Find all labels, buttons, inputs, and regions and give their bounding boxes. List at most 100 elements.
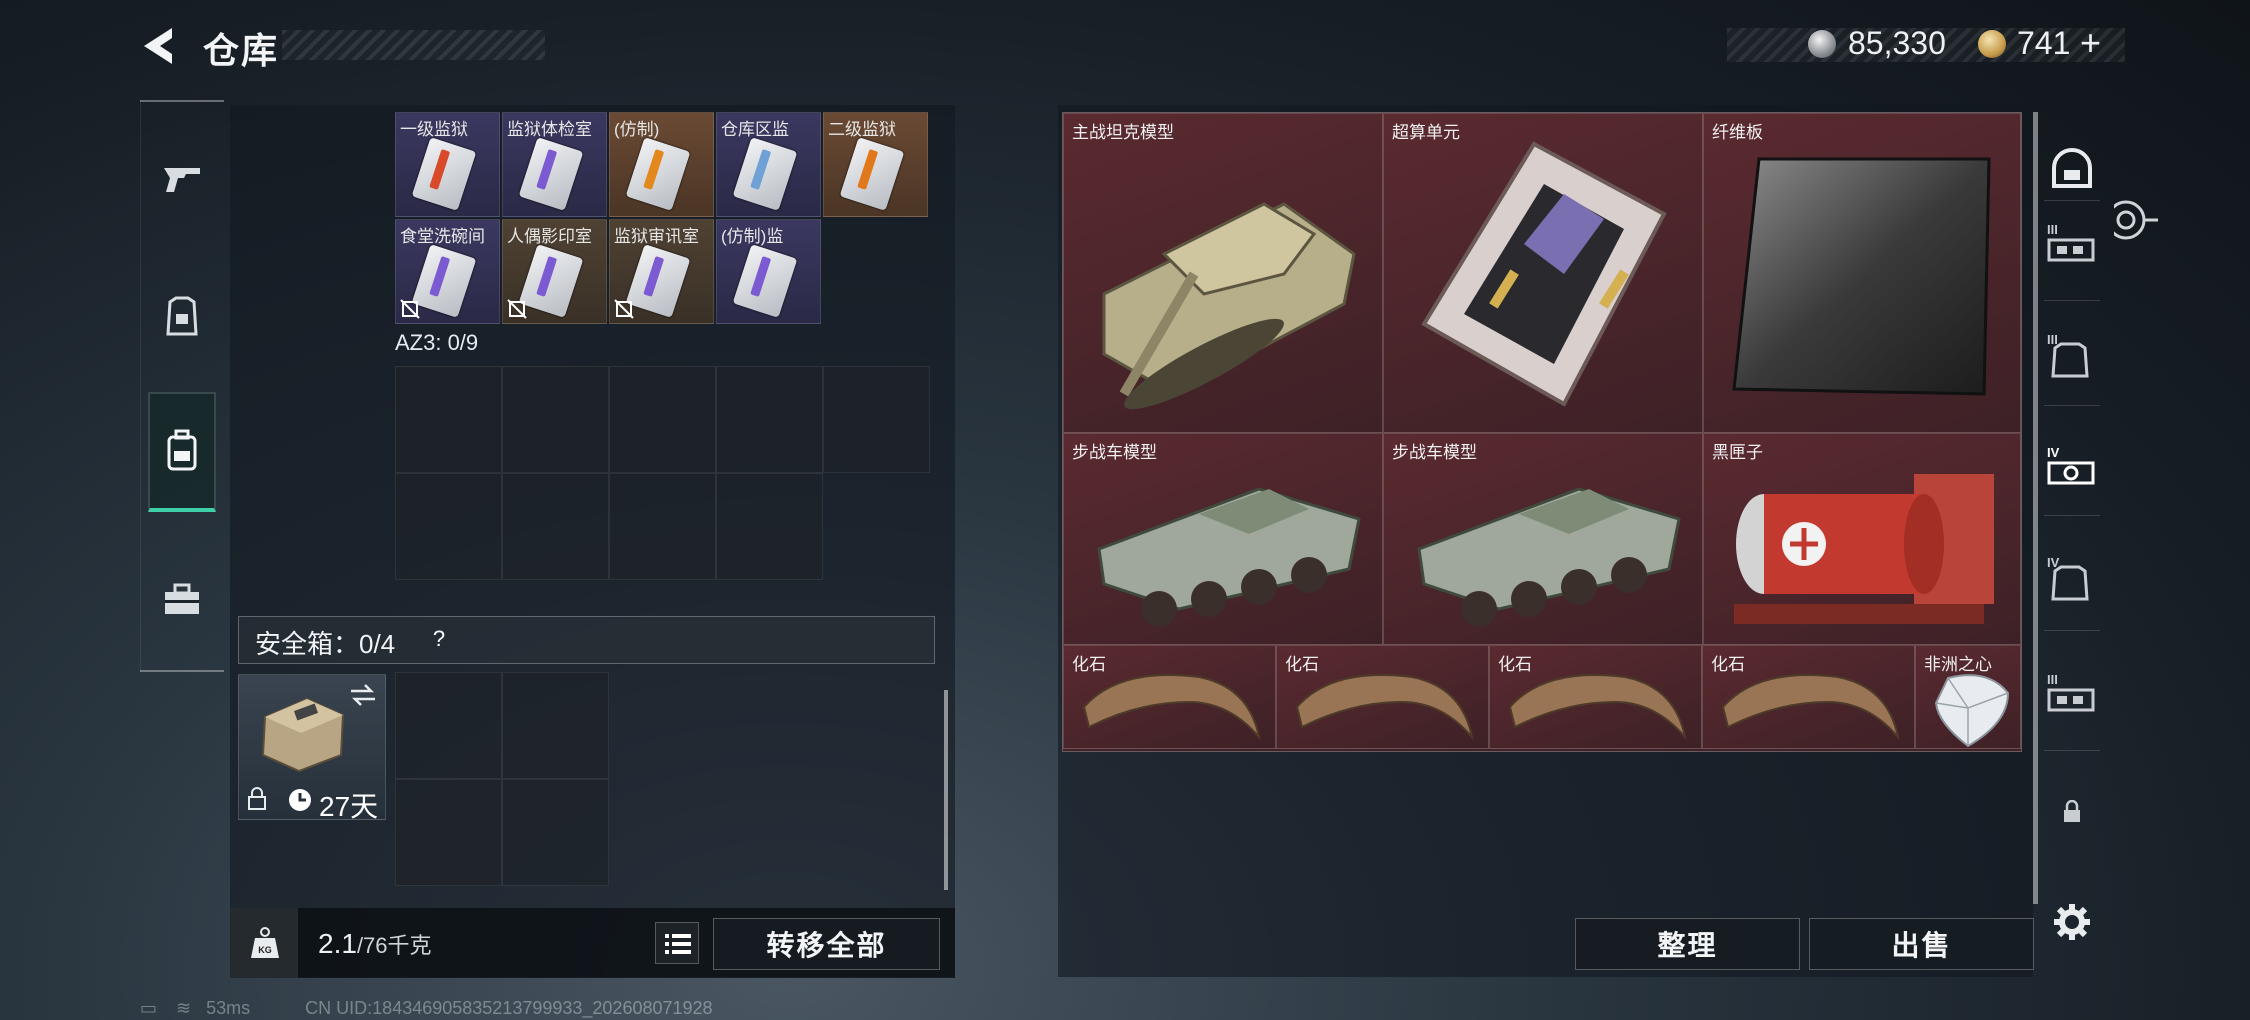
silver-coin-icon: [1808, 30, 1836, 58]
tab-backpack[interactable]: [148, 392, 216, 512]
rail-separator: [2044, 300, 2100, 301]
keycard-label: (仿制): [614, 120, 660, 139]
keycard-icon: [411, 244, 477, 318]
lock-icon: [2064, 800, 2080, 822]
transfer-all-button[interactable]: 转移全部: [713, 918, 940, 970]
keycard-icon: [625, 244, 691, 318]
sell-button[interactable]: 出售: [1809, 918, 2034, 970]
rail-divider: [140, 670, 224, 672]
wifi-icon: ≋: [176, 998, 192, 1018]
silver-currency-amount: 85,330: [1848, 25, 1946, 61]
empty-slot[interactable]: [502, 672, 609, 779]
keycard-label: 监狱体检室: [507, 120, 592, 139]
item-label: 主战坦克模型: [1072, 123, 1174, 142]
clock-icon: [289, 789, 311, 811]
rail-rig-iii[interactable]: III: [2044, 215, 2100, 275]
empty-slot[interactable]: [716, 473, 823, 580]
keycard-slot[interactable]: 监狱审讯室: [609, 219, 714, 324]
keycard-slot[interactable]: 人偶影印室: [502, 219, 607, 324]
weight-icon-box: KG: [230, 908, 298, 978]
keycard-icon: [839, 137, 905, 211]
toolbox-icon: [165, 583, 199, 614]
keycard-slot[interactable]: (仿制): [609, 112, 714, 217]
keycard-label: 人偶影印室: [507, 227, 592, 246]
keycard-icon: [625, 137, 691, 211]
backpack-icon: [167, 429, 197, 471]
tab-medical[interactable]: [148, 540, 216, 660]
empty-slot[interactable]: [502, 473, 609, 580]
rail-armor-iii[interactable]: III: [2044, 325, 2100, 385]
empty-slot[interactable]: [502, 779, 609, 886]
tab-weapons[interactable]: [148, 118, 216, 238]
list-view-button[interactable]: [655, 922, 699, 964]
rail-helmet[interactable]: [2044, 138, 2100, 198]
sort-button[interactable]: 整理: [1575, 918, 1800, 970]
empty-slot[interactable]: [609, 473, 716, 580]
rig-icon: III: [2047, 222, 2095, 262]
keycard-label: 一级监狱: [400, 120, 468, 139]
item-fiber-board[interactable]: 纤维板: [1703, 113, 2021, 433]
keycard-label: (仿制)监: [721, 227, 784, 246]
rail-armor-iv[interactable]: IV: [2044, 548, 2100, 608]
help-icon[interactable]: ?: [424, 624, 454, 654]
crosshair-icon: [2114, 200, 2158, 240]
ifv-model-icon: [1097, 487, 1361, 627]
item-heart-of-africa[interactable]: 非洲之心: [1915, 645, 2021, 749]
rail-separator: [2044, 630, 2100, 631]
keycard-label: 监狱审讯室: [614, 227, 699, 246]
svg-text:III: III: [2047, 332, 2058, 347]
gear-icon: [2054, 904, 2090, 940]
empty-slot[interactable]: [395, 473, 502, 580]
tank-model-icon: [1102, 202, 1356, 410]
fossil-claw-icon: [1295, 674, 1474, 741]
gun-icon: [164, 168, 200, 192]
empty-slot[interactable]: [823, 366, 930, 473]
swap-icon[interactable]: [349, 683, 377, 707]
item-tank-model[interactable]: 主战坦克模型: [1063, 113, 1383, 433]
safe-case-slot[interactable]: 27天: [238, 674, 386, 822]
rail-rig-iv[interactable]: IV: [2044, 438, 2100, 498]
item-fossil[interactable]: 化石: [1489, 645, 1702, 749]
item-fossil[interactable]: 化石: [1702, 645, 1915, 749]
list-icon: [665, 934, 691, 954]
keycard-slot[interactable]: (仿制)监: [716, 219, 821, 324]
fossil-claw-icon: [1082, 674, 1261, 741]
empty-slot[interactable]: [502, 366, 609, 473]
keycard-slot[interactable]: 二级监狱: [823, 112, 928, 217]
item-supercomputer-unit[interactable]: 超算单元: [1383, 113, 1703, 433]
black-box-icon: [1734, 474, 1994, 624]
empty-slot[interactable]: [609, 366, 716, 473]
rail-locked-slot[interactable]: [2044, 782, 2100, 842]
rail-rig-iii[interactable]: III: [2044, 665, 2100, 725]
inventory-scrollbar[interactable]: [944, 690, 948, 890]
empty-slot[interactable]: [395, 366, 502, 473]
rig-icon: III: [2047, 672, 2095, 712]
settings-button[interactable]: [2044, 892, 2100, 952]
item-ifv-model[interactable]: 步战车模型: [1383, 433, 1703, 645]
item-label: 纤维板: [1712, 123, 1763, 142]
safe-box-grid: [395, 672, 609, 886]
status-bar: ▭ ≋ 53ms CN UID:184346905835213799933_20…: [140, 998, 713, 1019]
weight-current: 2.1: [318, 928, 357, 959]
tab-equipment[interactable]: [148, 258, 216, 378]
rig-icon: IV: [2047, 445, 2095, 485]
unusable-icon: [507, 299, 527, 319]
item-fossil[interactable]: 化石: [1276, 645, 1489, 749]
keycard-slot[interactable]: 食堂洗碗间: [395, 219, 500, 324]
keycard-holder: 一级监狱 监狱体检室 (仿制) 仓库区监 二级监狱 食堂洗碗间 人偶影印室 监狱…: [395, 112, 930, 327]
helmet-icon: [2052, 148, 2092, 188]
item-black-box[interactable]: 黑匣子: [1703, 433, 2021, 645]
warehouse-scrollbar[interactable]: [2033, 112, 2038, 904]
item-fossil[interactable]: 化石: [1063, 645, 1276, 749]
svg-text:III: III: [2047, 222, 2058, 237]
keycard-slot[interactable]: 一级监狱: [395, 112, 500, 217]
keycard-icon: [732, 244, 798, 318]
empty-slot[interactable]: [395, 672, 502, 779]
empty-slot[interactable]: [716, 366, 823, 473]
keycard-slot[interactable]: 仓库区监: [716, 112, 821, 217]
back-arrow-icon[interactable]: [138, 24, 178, 68]
item-ifv-model[interactable]: 步战车模型: [1063, 433, 1383, 645]
add-currency-button[interactable]: +: [2080, 22, 2101, 64]
keycard-slot[interactable]: 监狱体检室: [502, 112, 607, 217]
empty-slot[interactable]: [395, 779, 502, 886]
